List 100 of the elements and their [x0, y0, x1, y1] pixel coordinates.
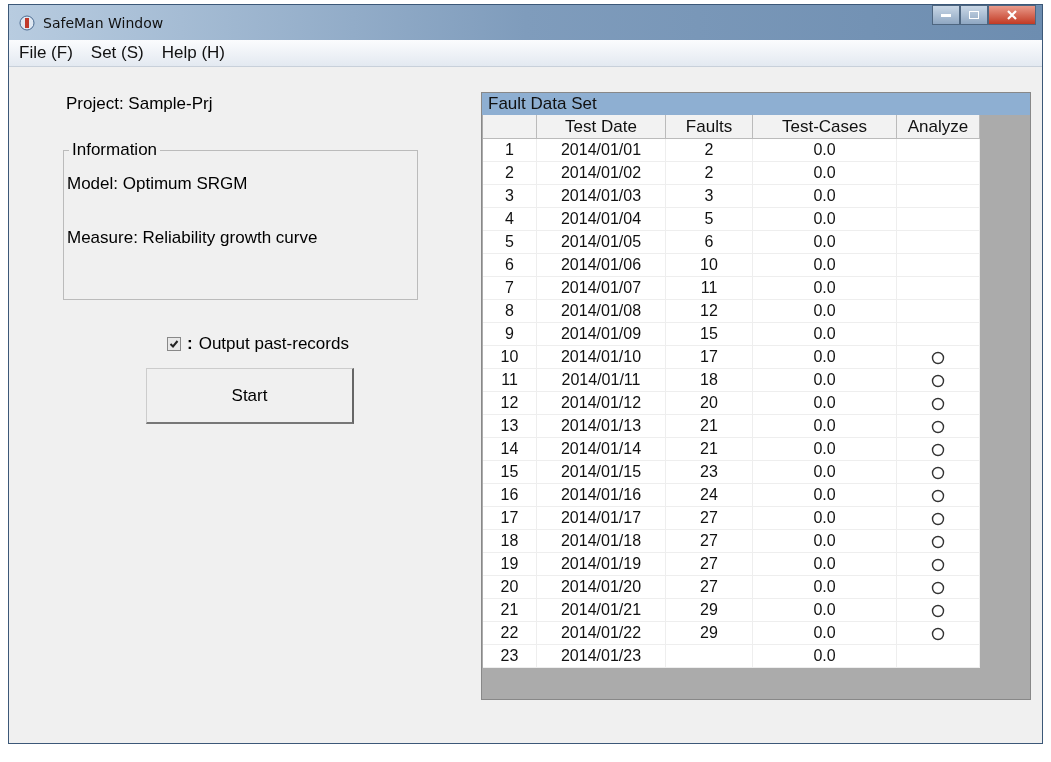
table-cell: 0.0 — [752, 483, 897, 507]
table-cell: 2014/01/08 — [536, 299, 666, 323]
row-number: 5 — [483, 230, 537, 254]
table-cell: 21 — [700, 417, 718, 434]
table-cell: 29 — [700, 624, 718, 641]
table-cell: 0.0 — [752, 391, 897, 415]
table-cell: 2014/01/20 — [536, 575, 666, 599]
output-checkbox[interactable] — [167, 337, 181, 351]
table-cell: 0.0 — [752, 161, 897, 185]
row-number: 23 — [483, 644, 537, 668]
table-cell: 0.0 — [752, 368, 897, 392]
maximize-button[interactable] — [960, 5, 988, 25]
row-number: 19 — [483, 552, 537, 576]
table-cell: 2014/01/21 — [536, 598, 666, 622]
minimize-icon — [940, 12, 952, 18]
table-cell: 0.0 — [752, 506, 897, 530]
table-cell: 2014/01/01 — [536, 138, 666, 162]
window-title: SafeMan Window — [43, 14, 164, 31]
table-title: Fault Data Set — [482, 93, 1030, 115]
table-cell: 27 — [700, 578, 718, 595]
menu-item[interactable]: File (F) — [19, 43, 73, 63]
column-header[interactable]: Test-Cases — [752, 115, 897, 139]
table-cell: 2014/01/04 — [536, 207, 666, 231]
row-number: 10 — [483, 345, 537, 369]
checkbox-label: Output past-records — [198, 334, 349, 354]
app-icon — [19, 14, 35, 31]
table-cell: 2014/01/02 — [536, 161, 666, 185]
table-cell: 2014/01/09 — [536, 322, 666, 346]
table-cell: 6 — [704, 233, 714, 250]
table-cell: 2014/01/10 — [536, 345, 666, 369]
table-cell: 0.0 — [752, 621, 897, 645]
table-cell: 2 — [704, 164, 714, 181]
table-cell: 2014/01/18 — [536, 529, 666, 553]
separator-colon: : — [187, 334, 193, 354]
start-button[interactable]: Start — [146, 368, 354, 424]
table-cell: 2014/01/11 — [536, 368, 666, 392]
project-label: Project: Sample-Prj — [66, 94, 213, 114]
group-title: Information — [71, 140, 159, 160]
column-header[interactable]: Test Date — [536, 115, 666, 139]
table-cell: 2014/01/17 — [536, 506, 666, 530]
table-cell: 17 — [700, 348, 718, 365]
table-cell: 11 — [700, 279, 718, 296]
row-number: 20 — [483, 575, 537, 599]
table-cell: 2014/01/12 — [536, 391, 666, 415]
table-cell: 10 — [700, 256, 718, 273]
table-cell: 0.0 — [752, 437, 897, 461]
table-cell: 20 — [700, 394, 718, 411]
model-label: Model: Optimum SRGM — [67, 174, 249, 194]
menu-item[interactable]: Help (H) — [161, 43, 226, 63]
table-cell: 0.0 — [752, 184, 897, 208]
row-number: 1 — [483, 138, 537, 162]
table-cell: 27 — [700, 509, 718, 526]
row-number: 6 — [483, 253, 537, 277]
table-cell: 2014/01/07 — [536, 276, 666, 300]
table-cell: 0.0 — [752, 299, 897, 323]
measure-label: Measure: Reliability growth curve — [67, 228, 319, 248]
table-cell: 0.0 — [752, 529, 897, 553]
row-number: 12 — [483, 391, 537, 415]
table-cell: 0.0 — [752, 230, 897, 254]
row-number: 11 — [483, 368, 537, 392]
row-number: 22 — [483, 621, 537, 645]
table-cell: 0.0 — [752, 207, 897, 231]
table-cell: 0.0 — [752, 552, 897, 576]
table-cell: 0.0 — [752, 644, 897, 668]
row-number: 9 — [483, 322, 537, 346]
table-cell: 2014/01/15 — [536, 460, 666, 484]
table-cell: 0.0 — [752, 460, 897, 484]
table-cell: 0.0 — [752, 575, 897, 599]
table-cell: 0.0 — [752, 414, 897, 438]
table-cell: 2014/01/23 — [536, 644, 666, 668]
row-number: 16 — [483, 483, 537, 507]
close-button[interactable] — [988, 5, 1036, 25]
row-number: 8 — [483, 299, 537, 323]
row-number: 17 — [483, 506, 537, 530]
row-number: 14 — [483, 437, 537, 461]
row-number: 15 — [483, 460, 537, 484]
table-cell: 29 — [700, 601, 718, 618]
row-number: 21 — [483, 598, 537, 622]
minimize-button[interactable] — [932, 5, 960, 25]
table-cell: 12 — [700, 302, 718, 319]
table-cell: 0.0 — [752, 138, 897, 162]
table-cell: 2014/01/14 — [536, 437, 666, 461]
menu-item[interactable]: Set (S) — [90, 43, 144, 63]
column-header[interactable]: Analyze — [896, 115, 980, 139]
table-cell: 2014/01/13 — [536, 414, 666, 438]
column-header[interactable]: Faults — [665, 115, 753, 139]
row-number: 4 — [483, 207, 537, 231]
table-cell: 0.0 — [752, 322, 897, 346]
table-cell: 2 — [704, 141, 714, 158]
table-cell: 2014/01/16 — [536, 483, 666, 507]
table-cell: 5 — [704, 210, 714, 227]
table-cell: 0.0 — [752, 345, 897, 369]
table-cell: 18 — [700, 371, 718, 388]
table-cell: 24 — [700, 486, 718, 503]
header-cell — [483, 115, 537, 139]
table-cell: 2014/01/06 — [536, 253, 666, 277]
row-number: 7 — [483, 276, 537, 300]
table-cell: 2014/01/03 — [536, 184, 666, 208]
table-cell: 0.0 — [752, 276, 897, 300]
close-icon — [1006, 10, 1018, 20]
